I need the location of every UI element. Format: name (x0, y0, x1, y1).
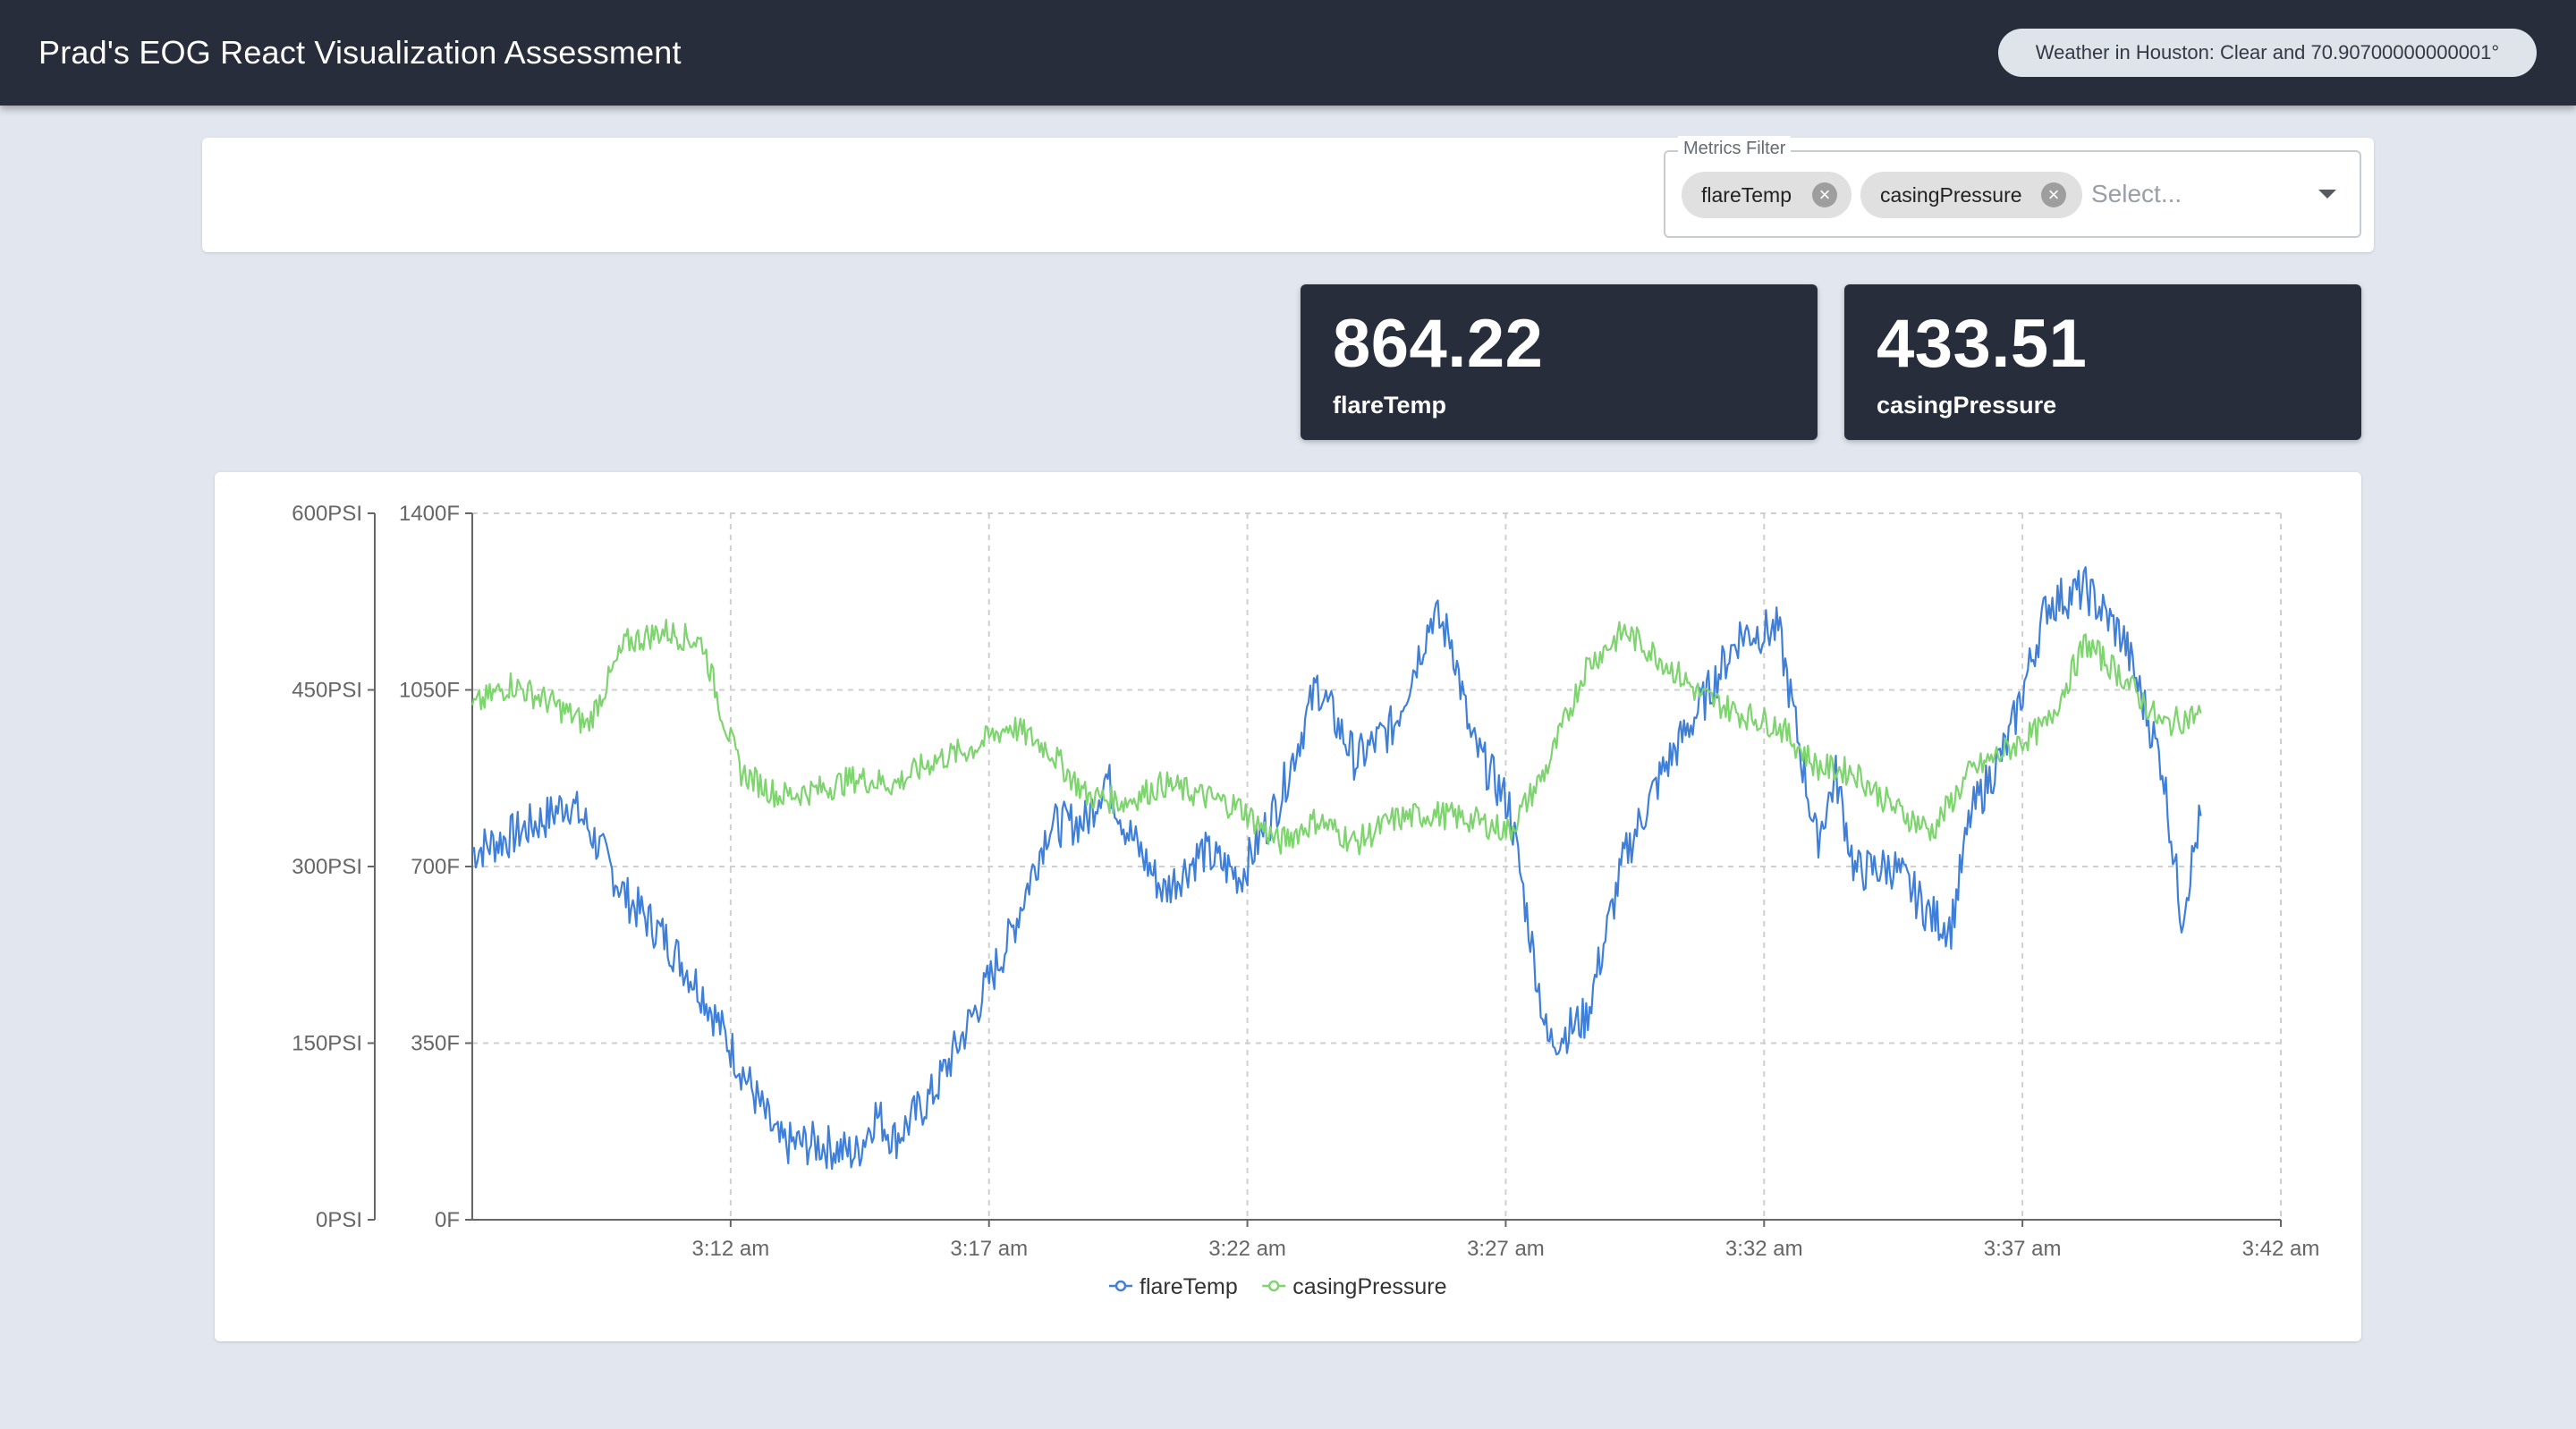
metric-card-flareTemp: 864.22 flareTemp (1301, 284, 1818, 440)
y-left-tick-label: 600PSI (292, 502, 362, 526)
metric-value: 864.22 (1333, 306, 1544, 382)
y-right-tick-label: 700F (411, 855, 460, 879)
metric-name: casingPressure (1877, 392, 2057, 419)
dropdown-arrow-icon[interactable] (2318, 190, 2336, 199)
weather-chip: Weather in Houston: Clear and 70.9070000… (1998, 29, 2537, 77)
line-chart: 600PSI 1400F 450PSI 1050F 300PSI 700F 150PSI 35… (292, 502, 2320, 1299)
metrics-filter-label: Metrics Filter (1678, 136, 1792, 161)
x-tick-label: 3:17 am (950, 1237, 1028, 1261)
metric-name: flareTemp (1333, 392, 1447, 419)
x-tick-label: 3:12 am (691, 1237, 769, 1261)
chip-flareTemp: flareTemp × (1682, 172, 1852, 218)
y-left-tick-label: 300PSI (292, 855, 362, 879)
legend-label: casingPressure (1292, 1274, 1446, 1299)
x-tick-label: 3:22 am (1208, 1237, 1286, 1261)
y-right-tick-label: 1400F (399, 502, 460, 526)
y-right-tick-label: 0F (435, 1208, 460, 1232)
y-left-tick-label: 450PSI (292, 679, 362, 703)
select-input[interactable]: Select... (2091, 175, 2182, 213)
chip-label: casingPressure (1880, 183, 2022, 207)
x-tick-label: 3:27 am (1467, 1237, 1545, 1261)
series-line-flareTemp (470, 566, 2202, 1171)
legend-marker (1267, 1280, 1280, 1292)
y-right-tick-label: 1050F (399, 679, 460, 703)
y-right-tick-label: 350F (411, 1032, 460, 1056)
y-left-tick-label: 0PSI (316, 1208, 362, 1232)
chip-close-icon[interactable]: × (2041, 182, 2066, 207)
metric-value: 433.51 (1877, 306, 2088, 382)
metric-card-casingPressure: 433.51 casingPressure (1844, 284, 2361, 440)
chip-casingPressure: casingPressure × (1860, 172, 2082, 218)
y-left-tick-label: 150PSI (292, 1032, 362, 1056)
x-tick-label: 3:32 am (1725, 1237, 1803, 1261)
app-bar: Prad's EOG React Visualization Assessmen… (0, 0, 2576, 106)
chip-label: flareTemp (1701, 183, 1792, 207)
x-tick-label: 3:42 am (2242, 1237, 2320, 1261)
chart-card: 600PSI 1400F 450PSI 1050F 300PSI 700F 150PSI 35… (215, 472, 2361, 1341)
legend-marker (1114, 1280, 1127, 1292)
x-tick-label: 3:37 am (1984, 1237, 2062, 1261)
chip-close-icon[interactable]: × (1812, 182, 1837, 207)
legend-label: flareTemp (1140, 1274, 1238, 1299)
app-title: Prad's EOG React Visualization Assessmen… (38, 34, 682, 71)
